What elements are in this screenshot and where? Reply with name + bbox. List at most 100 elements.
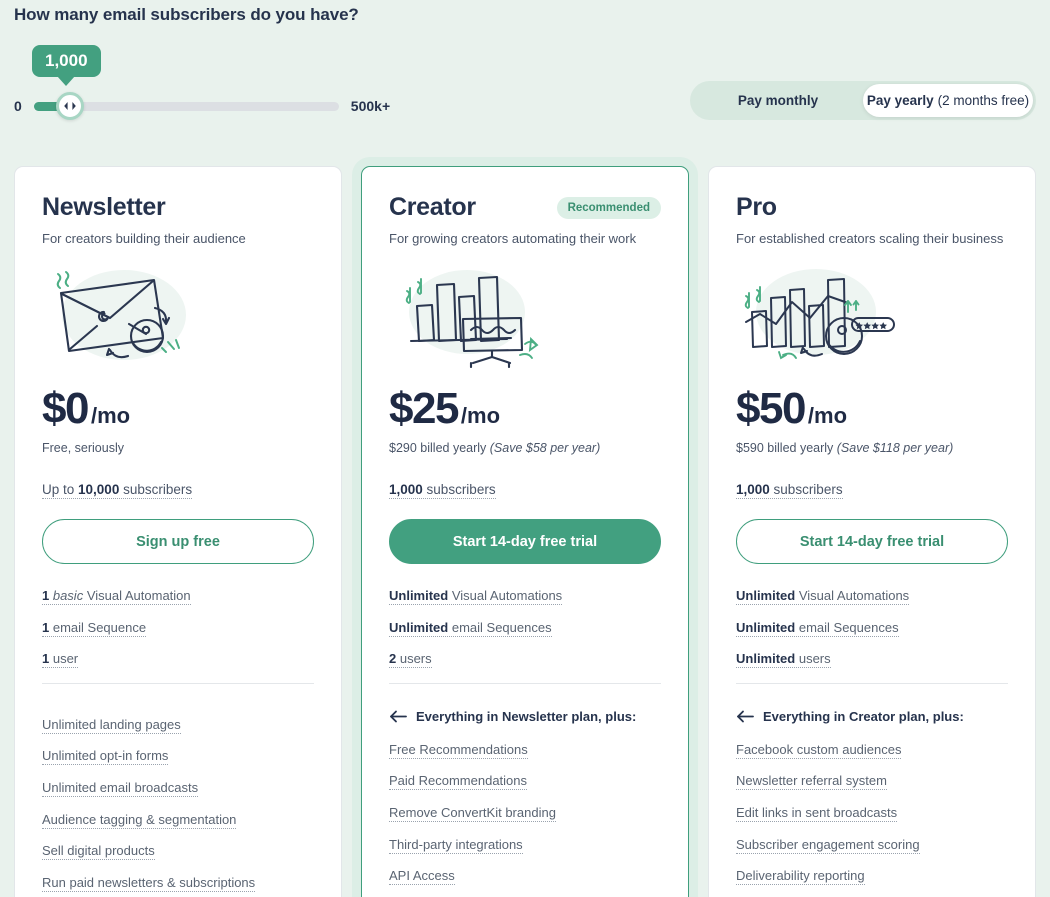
list-item: Sell digital products: [42, 843, 314, 861]
start-trial-button[interactable]: Start 14-day free trial: [736, 519, 1008, 564]
plan-limits-list: Unlimited Visual Automations Unlimited e…: [736, 588, 1008, 669]
feature-label: Unlimited landing pages: [42, 716, 181, 734]
subs-amount: 1,000: [389, 482, 423, 497]
list-item: 1 basic Visual Automation: [42, 588, 314, 605]
price-period: /mo: [90, 403, 131, 428]
subs-suffix: subscribers: [422, 482, 496, 497]
section-divider: [42, 682, 314, 684]
feature-label: Free Recommendations: [389, 741, 528, 759]
plan-price: $50 /mo: [736, 384, 1008, 434]
list-item: Unlimited Visual Automations: [736, 588, 1008, 605]
feature-label: Run paid newsletters & subscriptions: [42, 874, 256, 892]
list-item: Newsletter referral system: [736, 773, 1008, 791]
subs-amount: 1,000: [736, 482, 770, 497]
subscriber-count: 1,000 subscribers: [736, 482, 1008, 499]
plan-name: Newsletter: [42, 193, 166, 221]
growth-chart-star-illustration: [736, 260, 1008, 368]
status-badge: Recommended: [556, 196, 661, 219]
list-item: Subscriber engagement scoring: [736, 836, 1008, 854]
section-divider: [389, 682, 661, 684]
billing-yearly-note: (2 months free): [937, 93, 1030, 108]
plan-price: $0 /mo: [42, 384, 314, 434]
limit-plain: user: [49, 651, 79, 667]
limit-plain: email Sequences: [795, 619, 899, 635]
slider-handle[interactable]: [55, 92, 84, 120]
billing-yearly-label: Pay yearly: [866, 93, 934, 108]
plan-card-pro[interactable]: Pro For established creators scaling the…: [708, 166, 1036, 897]
limit-plain: email Sequence: [49, 619, 147, 635]
billing-monthly-label: Pay monthly: [737, 93, 819, 108]
plan-price: $25 /mo: [389, 384, 661, 434]
plan-features-list: Unlimited landing pages Unlimited opt-in…: [42, 716, 314, 892]
price-period: /mo: [807, 403, 848, 428]
feature-label: Sell digital products: [42, 843, 155, 861]
slider-max-label: 500k+: [350, 98, 391, 114]
limit-bold: Unlimited: [736, 619, 796, 635]
limit-plain: Visual Automations: [448, 588, 563, 603]
billing-option-monthly[interactable]: Pay monthly: [693, 84, 863, 117]
plan-limits-list: Unlimited Visual Automations Unlimited e…: [389, 588, 661, 669]
plan-description: For growing creators automating their wo…: [389, 231, 637, 246]
slider-min-label: 0: [14, 98, 22, 114]
feature-label: Remove ConvertKit branding: [389, 804, 556, 822]
subs-suffix: subscribers: [769, 482, 843, 497]
limit-bold: Unlimited: [736, 588, 796, 603]
plan-header: Pro: [736, 193, 1008, 222]
bar-chart-monitor-illustration: [389, 260, 661, 368]
list-item: Third-party integrations: [389, 836, 661, 854]
limit-plain: Visual Automation: [83, 588, 191, 603]
price-amount: $50: [736, 384, 806, 433]
subs-amount: 10,000: [78, 482, 120, 497]
feature-label: Facebook custom audiences: [736, 741, 902, 759]
billing-period-toggle[interactable]: Pay monthly Pay yearly (2 months free): [690, 81, 1036, 120]
plan-card-newsletter[interactable]: Newsletter For creators building their a…: [14, 166, 342, 897]
feature-label: Subscriber engagement scoring: [736, 836, 920, 854]
list-item: Unlimited email Sequences: [736, 619, 1008, 637]
price-note-plain: $590 billed yearly: [736, 441, 837, 455]
plan-limits-list: 1 basic Visual Automation 1 email Sequen…: [42, 588, 314, 669]
list-item: 1 email Sequence: [42, 619, 314, 637]
arrow-left-icon: [390, 710, 407, 723]
plan-card-creator[interactable]: Creator Recommended For growing creators…: [361, 166, 689, 897]
plan-description: For established creators scaling their b…: [736, 231, 1004, 246]
section-divider: [736, 682, 1008, 684]
start-trial-button[interactable]: Start 14-day free trial: [389, 519, 661, 564]
page-title: How many email subscribers do you have?: [14, 5, 359, 24]
inherits-plan-header: Everything in Creator plan, plus:: [736, 709, 1008, 724]
slider-track[interactable]: [33, 92, 339, 120]
price-note-plain: Free, seriously: [42, 441, 124, 455]
signup-button[interactable]: Sign up free: [42, 519, 314, 564]
list-item: Audience tagging & segmentation: [42, 811, 314, 829]
list-item: Facebook custom audiences: [736, 741, 1008, 759]
list-item: Free Recommendations: [389, 741, 661, 759]
feature-label: Newsletter referral system: [736, 773, 887, 791]
subscriber-count: 1,000 subscribers: [389, 482, 661, 499]
price-amount: $0: [42, 384, 89, 433]
price-note-plain: $290 billed yearly: [389, 441, 490, 455]
list-item: Unlimited landing pages: [42, 716, 314, 734]
price-amount: $25: [389, 384, 459, 433]
slider-value-bubble: 1,000: [32, 45, 101, 77]
limit-bold: Unlimited: [389, 588, 449, 603]
list-item: Deliverability reporting: [736, 868, 1008, 886]
limit-plain: users: [396, 651, 432, 667]
feature-label: Unlimited opt-in forms: [42, 748, 169, 766]
feature-label: Audience tagging & segmentation: [42, 811, 237, 829]
inherits-plan-label: Everything in Newsletter plan, plus:: [416, 708, 637, 724]
list-item: API Access: [389, 868, 661, 886]
subscriber-slider[interactable]: 1,000 0 500k+: [0, 40, 430, 130]
price-note: $290 billed yearly (Save $58 per year): [389, 441, 661, 455]
list-item: Paid Recommendations: [389, 773, 661, 791]
billing-option-yearly[interactable]: Pay yearly (2 months free): [863, 84, 1033, 117]
plan-features-list: Free Recommendations Paid Recommendation…: [389, 741, 661, 886]
feature-label: Edit links in sent broadcasts: [736, 804, 898, 822]
list-item: Edit links in sent broadcasts: [736, 804, 1008, 822]
list-item: Unlimited Visual Automations: [389, 588, 661, 605]
price-note: Free, seriously: [42, 441, 314, 455]
limit-bold: Unlimited: [736, 651, 796, 667]
feature-label: Paid Recommendations: [389, 773, 528, 791]
list-item: 2 users: [389, 651, 661, 669]
limit-plain: users: [795, 651, 831, 667]
list-item: Unlimited opt-in forms: [42, 748, 314, 766]
limit-plain: email Sequences: [448, 619, 552, 635]
